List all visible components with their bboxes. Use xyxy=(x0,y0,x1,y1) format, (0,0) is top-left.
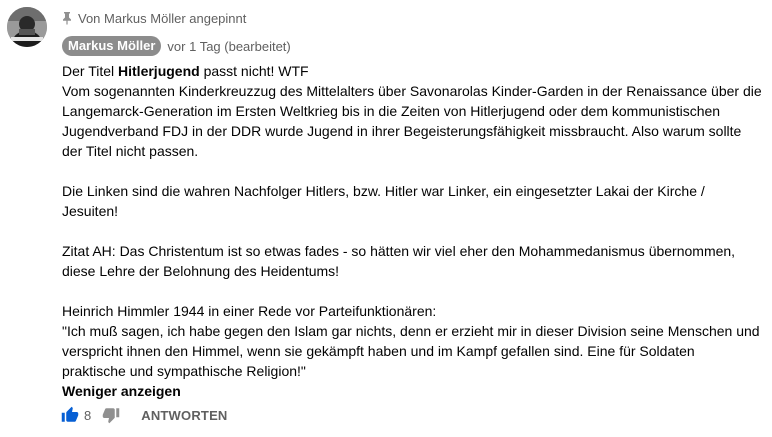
comment-paragraph-1: Vom sogenannten Kinderkreuzzug des Mitte… xyxy=(62,83,762,159)
comment-line-1: Der Titel Hitlerjugend passt nicht! WTF xyxy=(62,61,762,81)
comment-header: Markus Möller vor 1 Tag (bearbeitet) xyxy=(62,35,291,57)
line1-suffix: passt nicht! WTF xyxy=(199,63,309,79)
reply-button[interactable]: ANTWORTEN xyxy=(141,408,227,423)
comment-paragraph-3: Zitat AH: Das Christentum ist so etwas f… xyxy=(62,243,736,279)
comment-thread: Von Markus Möller angepinnt Markus Mölle… xyxy=(0,0,772,437)
comment-paragraph-4-quote: "Ich muß sagen, ich habe gegen den Islam… xyxy=(62,323,760,379)
show-less-button[interactable]: Weniger anzeigen xyxy=(62,381,762,401)
like-count: 8 xyxy=(84,407,92,423)
thumbs-down-icon xyxy=(102,408,120,424)
pinned-notice: Von Markus Möller angepinnt xyxy=(62,10,246,26)
comment-timestamp[interactable]: vor 1 Tag (bearbeitet) xyxy=(167,39,290,54)
comment-paragraph-4-intro: Heinrich Himmler 1944 in einer Rede vor … xyxy=(62,303,437,319)
comment-paragraph-2: Die Linken sind die wahren Nachfolger Hi… xyxy=(62,183,705,219)
comment-actions: 8 ANTWORTEN xyxy=(58,403,228,427)
avatar[interactable] xyxy=(7,7,47,47)
author-name[interactable]: Markus Möller xyxy=(62,36,162,56)
like-button[interactable] xyxy=(58,403,82,427)
line1-prefix: Der Titel xyxy=(62,63,119,79)
dislike-button[interactable] xyxy=(99,403,123,427)
thumbs-up-icon xyxy=(61,406,79,422)
pinned-text: Von Markus Möller angepinnt xyxy=(78,10,247,26)
pin-icon xyxy=(62,11,72,25)
comment-text: Der Titel Hitlerjugend passt nicht! WTF … xyxy=(62,61,762,401)
line1-bold: Hitlerjugend xyxy=(118,63,200,79)
